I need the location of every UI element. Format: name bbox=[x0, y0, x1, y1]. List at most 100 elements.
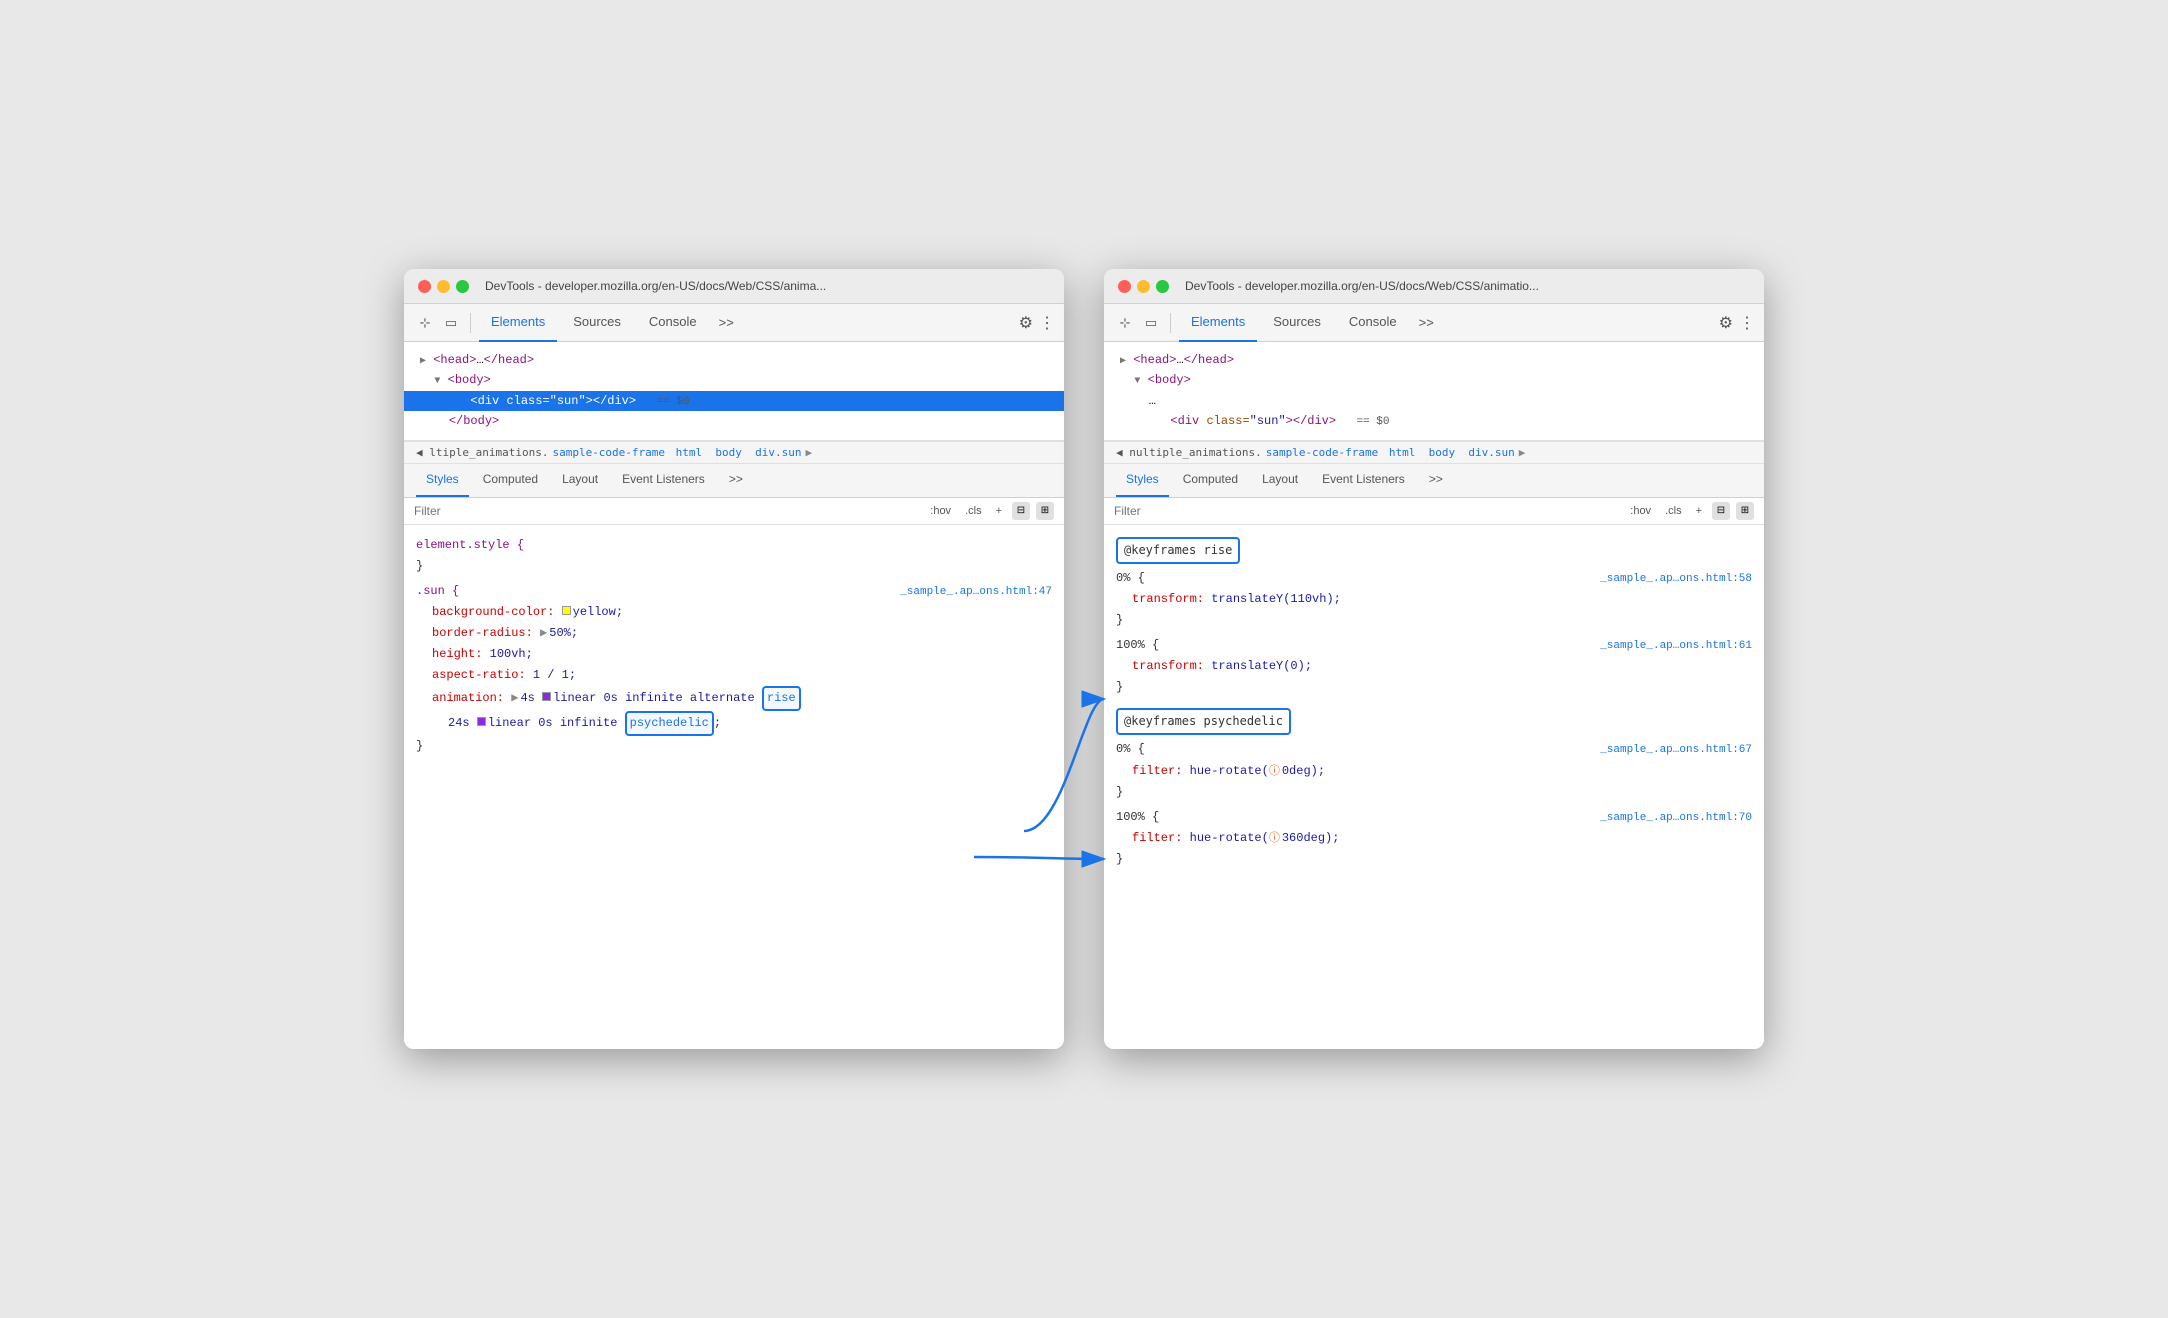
css-psychedelic-100-filter-label: filter: bbox=[1132, 828, 1182, 849]
css-psychedelic-0-prop: filter: hue-rotate(ⓘ0deg); bbox=[1104, 761, 1764, 782]
css-selector-element: element.style { bbox=[416, 535, 524, 556]
css-brace-close-sun: } bbox=[404, 736, 1064, 757]
maximize-button-2[interactable] bbox=[1156, 280, 1169, 293]
sub-tab-more-1[interactable]: >> bbox=[719, 463, 753, 497]
sub-tab-event-listeners-1[interactable]: Event Listeners bbox=[612, 463, 715, 497]
filter-plus-btn-1[interactable]: + bbox=[992, 503, 1006, 519]
sub-tab-layout-2[interactable]: Layout bbox=[1252, 463, 1308, 497]
css-prop-bg: background-color: yellow; bbox=[404, 602, 1064, 623]
css-value-animation-2-end: ; bbox=[714, 713, 721, 734]
breadcrumb-frame-link-1[interactable]: sample-code-frame bbox=[552, 446, 665, 459]
settings-icon-2[interactable]: ⚙ bbox=[1719, 313, 1733, 333]
toolbar-more-2[interactable]: >> bbox=[1413, 315, 1440, 330]
close-button-2[interactable] bbox=[1118, 280, 1131, 293]
breadcrumb-prefix-2: ◀ nultiple_animations. bbox=[1116, 446, 1262, 459]
tree-line-body-open-2[interactable]: ▼ <body> bbox=[1104, 370, 1764, 390]
warning-icon-1: ⓘ bbox=[1269, 766, 1280, 778]
css-value-height: 100vh; bbox=[490, 644, 533, 665]
sub-tab-layout-1[interactable]: Layout bbox=[552, 463, 608, 497]
color-swatch-yellow[interactable] bbox=[562, 606, 571, 615]
device-icon-2[interactable]: ▭ bbox=[1140, 312, 1162, 334]
animation-keyword-rise[interactable]: rise bbox=[762, 686, 801, 711]
toolbar-right-2: ⚙ ⋮ bbox=[1719, 313, 1754, 333]
css-psychedelic-100-source[interactable]: _sample_.ap…ons.html:70 bbox=[1580, 809, 1752, 828]
css-rise-100-selector: 100% { _sample_.ap…ons.html:61 bbox=[1104, 635, 1764, 656]
sub-tab-event-listeners-2[interactable]: Event Listeners bbox=[1312, 463, 1415, 497]
device-icon[interactable]: ▭ bbox=[440, 312, 462, 334]
filter-hov-btn-2[interactable]: :hov bbox=[1626, 503, 1655, 519]
toolbar-more-1[interactable]: >> bbox=[713, 315, 740, 330]
css-selector-line-element: element.style { bbox=[404, 535, 1064, 556]
minimize-button-1[interactable] bbox=[437, 280, 450, 293]
css-source-sun[interactable]: _sample_.ap…ons.html:47 bbox=[880, 583, 1052, 602]
sub-tab-computed-2[interactable]: Computed bbox=[1173, 463, 1248, 497]
settings-icon-1[interactable]: ⚙ bbox=[1019, 313, 1033, 333]
animation-swatch-1[interactable] bbox=[542, 692, 551, 701]
css-psychedelic-0-filter-label: filter: bbox=[1132, 761, 1182, 782]
minimize-button-2[interactable] bbox=[1137, 280, 1150, 293]
css-rise-100-source[interactable]: _sample_.ap…ons.html:61 bbox=[1580, 637, 1752, 656]
traffic-lights-2 bbox=[1118, 280, 1169, 293]
tab-console-1[interactable]: Console bbox=[637, 304, 709, 342]
css-rise-100-prop: transform: translateY(0); bbox=[1104, 656, 1764, 677]
inspect-icon-2[interactable]: ⊹ bbox=[1114, 312, 1136, 334]
css-prop-animation-label: animation: bbox=[432, 688, 504, 709]
filter-bar-1: :hov .cls + ⊟ ⊞ bbox=[404, 498, 1064, 525]
filter-icon-copy-2[interactable]: ⊟ bbox=[1712, 502, 1730, 520]
more-options-icon-1[interactable]: ⋮ bbox=[1039, 313, 1054, 333]
sub-tab-styles-1[interactable]: Styles bbox=[416, 463, 469, 497]
css-rise-0-source[interactable]: _sample_.ap…ons.html:58 bbox=[1580, 570, 1752, 589]
css-value-animation-2-mid: linear 0s infinite bbox=[488, 713, 625, 734]
css-prop-bg-color: background-color: bbox=[432, 602, 554, 623]
filter-icon-toggle-1[interactable]: ⊞ bbox=[1036, 502, 1054, 520]
css-psychedelic-100-pct: 100% { bbox=[1116, 807, 1159, 828]
tree-line-body-close-1[interactable]: </body> bbox=[404, 411, 1064, 431]
filter-cls-btn-2[interactable]: .cls bbox=[1661, 503, 1686, 519]
breadcrumb-1: ◀ ltiple_animations. sample-code-frame h… bbox=[404, 441, 1064, 464]
tree-line-head-2[interactable]: ▶ <head>…</head> bbox=[1104, 350, 1764, 370]
keyframes-psychedelic-header: @keyframes psychedelic bbox=[1104, 700, 1764, 737]
filter-plus-btn-2[interactable]: + bbox=[1692, 503, 1706, 519]
filter-cls-btn-1[interactable]: .cls bbox=[961, 503, 986, 519]
animation-arrow[interactable]: ▶ bbox=[511, 688, 518, 709]
filter-hov-btn-1[interactable]: :hov bbox=[926, 503, 955, 519]
tab-elements-1[interactable]: Elements bbox=[479, 304, 557, 342]
tree-line-head-1[interactable]: ▶ <head>…</head> bbox=[404, 350, 1064, 370]
css-rule-rise-0: 0% { _sample_.ap…ons.html:58 transform: … bbox=[1104, 566, 1764, 633]
sub-tab-styles-2[interactable]: Styles bbox=[1116, 463, 1169, 497]
filter-icon-toggle-2[interactable]: ⊞ bbox=[1736, 502, 1754, 520]
tab-sources-1[interactable]: Sources bbox=[561, 304, 633, 342]
filter-input-1[interactable] bbox=[414, 504, 920, 518]
css-psychedelic-100-close: } bbox=[1104, 849, 1764, 870]
warning-icon-2: ⓘ bbox=[1269, 833, 1280, 845]
tab-elements-2[interactable]: Elements bbox=[1179, 304, 1257, 342]
filter-bar-2: :hov .cls + ⊟ ⊞ bbox=[1104, 498, 1764, 525]
animation-swatch-2[interactable] bbox=[477, 717, 486, 726]
tab-console-2[interactable]: Console bbox=[1337, 304, 1409, 342]
tab-sources-2[interactable]: Sources bbox=[1261, 304, 1333, 342]
breadcrumb-arrow-right-2: ▶ bbox=[1519, 446, 1526, 459]
css-prop-height: height: 100vh; bbox=[404, 644, 1064, 665]
css-content-2: @keyframes rise 0% { _sample_.ap…ons.htm… bbox=[1104, 525, 1764, 1049]
sub-tab-more-2[interactable]: >> bbox=[1419, 463, 1453, 497]
filter-input-2[interactable] bbox=[1114, 504, 1620, 518]
more-options-icon-2[interactable]: ⋮ bbox=[1739, 313, 1754, 333]
tree-line-div-1[interactable]: <div class="sun"></div> == $0 bbox=[404, 391, 1064, 412]
inspect-icon[interactable]: ⊹ bbox=[414, 312, 436, 334]
sub-tab-computed-1[interactable]: Computed bbox=[473, 463, 548, 497]
css-prop-border-radius-label: border-radius: bbox=[432, 623, 533, 644]
tree-line-div-2[interactable]: <div class="sun"></div> == $0 bbox=[1104, 411, 1764, 432]
animation-keyword-psychedelic[interactable]: psychedelic bbox=[625, 711, 714, 736]
css-psychedelic-0-source[interactable]: _sample_.ap…ons.html:67 bbox=[1580, 741, 1752, 760]
border-radius-arrow[interactable]: ▶ bbox=[540, 623, 547, 644]
toolbar-right-1: ⚙ ⋮ bbox=[1019, 313, 1054, 333]
css-prop-animation-1: animation: ▶ 4s linear 0s infinite alter… bbox=[404, 686, 1064, 711]
breadcrumb-frame-link-2[interactable]: sample-code-frame bbox=[1266, 446, 1379, 459]
filter-icon-copy-1[interactable]: ⊟ bbox=[1012, 502, 1030, 520]
toolbar-2: ⊹ ▭ Elements Sources Console >> ⚙ ⋮ bbox=[1104, 304, 1764, 342]
tree-line-body-open-1[interactable]: ▼ <body> bbox=[404, 370, 1064, 390]
css-rise-0-transform-value: translateY(110vh); bbox=[1211, 589, 1341, 610]
close-button-1[interactable] bbox=[418, 280, 431, 293]
maximize-button-1[interactable] bbox=[456, 280, 469, 293]
keyframes-psychedelic-box: @keyframes psychedelic bbox=[1116, 708, 1291, 735]
